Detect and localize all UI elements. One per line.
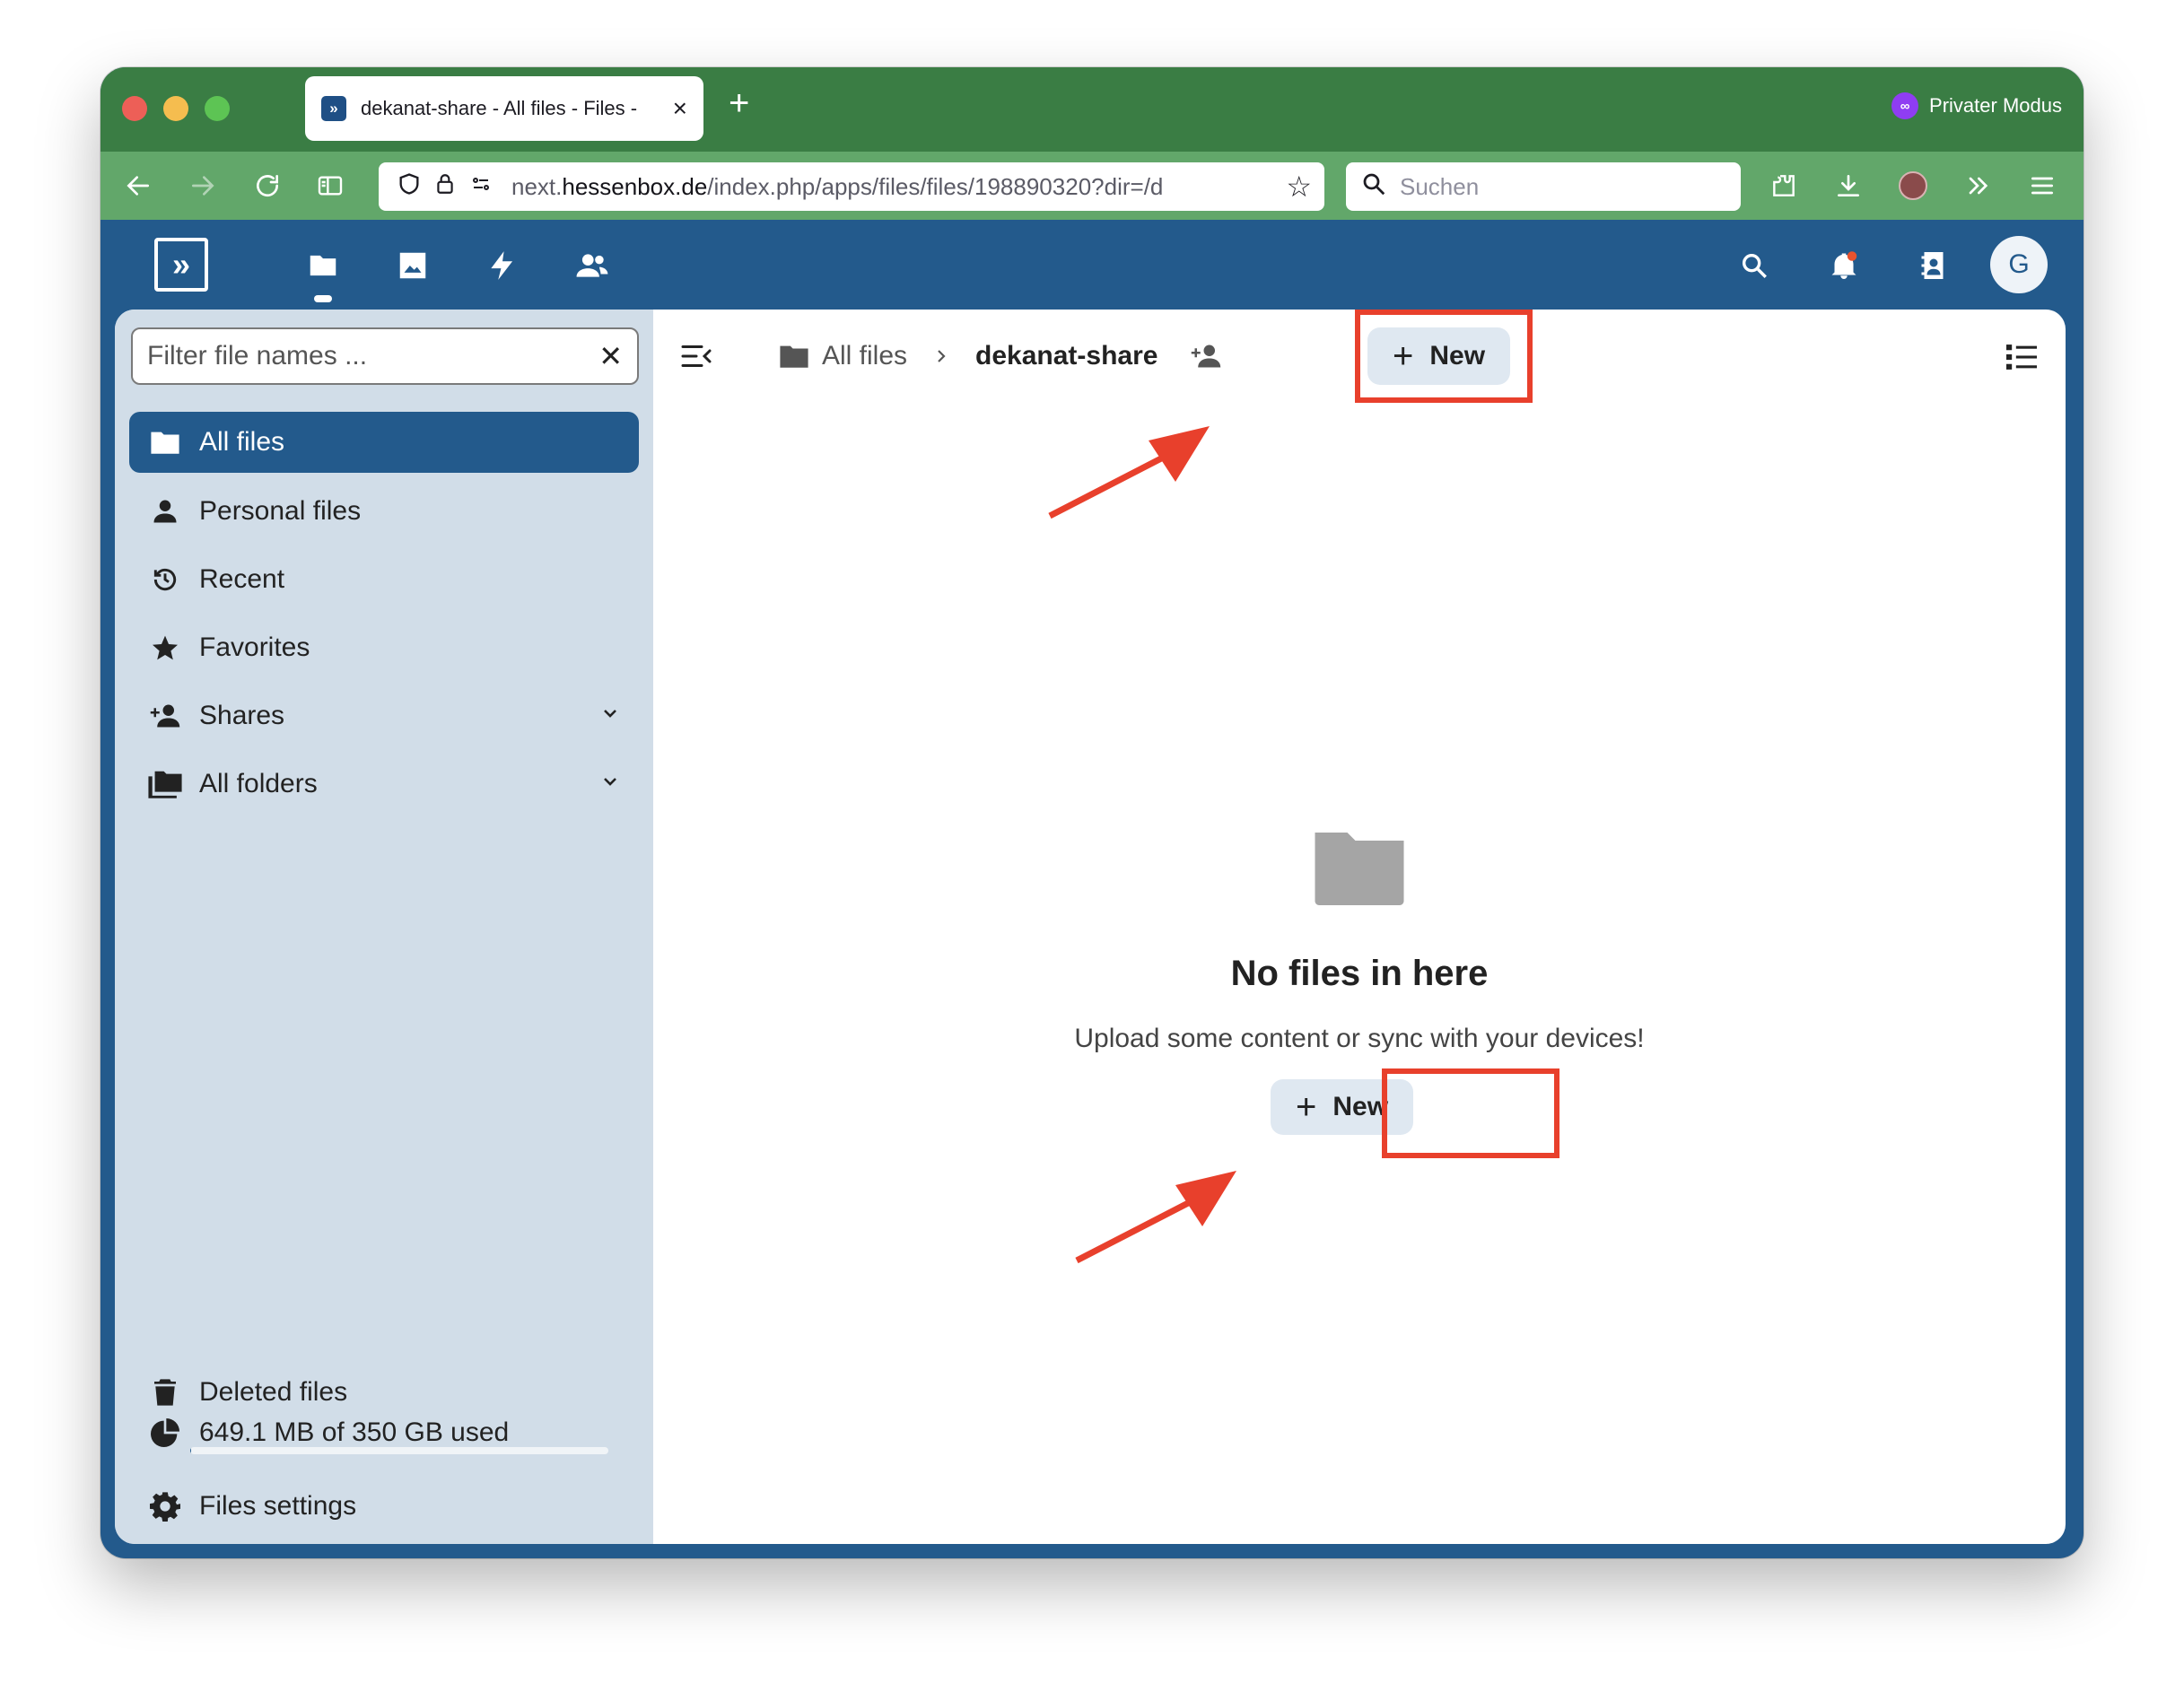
quota-label: 649.1 MB of 350 GB used xyxy=(199,1417,510,1447)
reload-icon[interactable] xyxy=(246,164,289,207)
menu-icon[interactable] xyxy=(2021,164,2064,207)
plus-icon: + xyxy=(1296,1087,1317,1127)
files-app-icon[interactable] xyxy=(301,243,345,288)
permissions-icon[interactable] xyxy=(463,173,499,201)
contacts-app-icon[interactable] xyxy=(570,243,615,288)
address-bar[interactable]: next.hessenbox.de/index.php/apps/files/f… xyxy=(379,162,1324,211)
sidebar-item-label: Recent xyxy=(199,564,285,594)
unified-search-icon[interactable] xyxy=(1732,243,1777,288)
empty-subtitle: Upload some content or sync with your de… xyxy=(1074,1024,1645,1053)
files-settings-button[interactable]: Files settings xyxy=(129,1476,639,1537)
browser-window: » dekanat-share - All files - Files - × … xyxy=(100,67,2084,1558)
folders-icon xyxy=(147,770,183,798)
url-text: next.hessenbox.de/index.php/apps/files/f… xyxy=(511,172,1164,200)
search-placeholder: Suchen xyxy=(1400,172,1480,200)
sidebar-item-label: Deleted files xyxy=(199,1377,348,1407)
empty-folder-icon xyxy=(1311,824,1408,910)
private-mode-indicator: ∞ Privater Modus xyxy=(1891,92,2062,119)
sidebar-item-personal-files[interactable]: Personal files xyxy=(129,481,639,542)
share-icon xyxy=(147,702,183,729)
trash-icon xyxy=(147,1378,183,1407)
sidebar-item-label: All folders xyxy=(199,769,318,798)
star-icon xyxy=(147,633,183,662)
maximize-window-button[interactable] xyxy=(205,96,230,121)
bookmark-star-icon[interactable]: ☆ xyxy=(1286,170,1312,204)
sidebar-item-all-folders[interactable]: All folders xyxy=(129,754,639,815)
sidebar-item-label: Personal files xyxy=(199,496,362,526)
user-avatar[interactable]: G xyxy=(1990,236,2048,293)
chevron-down-icon[interactable] xyxy=(599,701,621,731)
filter-field[interactable]: ✕ xyxy=(131,327,639,385)
sidebar-item-all-files[interactable]: All files xyxy=(129,412,639,473)
tab-title: dekanat-share - All files - Files - xyxy=(361,97,638,119)
gear-icon xyxy=(147,1491,183,1522)
search-bar[interactable]: Suchen xyxy=(1346,162,1741,211)
photos-app-icon[interactable] xyxy=(390,243,435,288)
sidebar-item-label: Shares xyxy=(199,701,285,730)
tab-bar: » dekanat-share - All files - Files - × … xyxy=(100,67,2084,152)
quota-progress-bar xyxy=(190,1447,608,1454)
file-list-panel: All files dekanat-share + New No files i… xyxy=(653,310,2066,1544)
annotation-highlight-box xyxy=(1382,1068,1559,1158)
new-button-label: New xyxy=(1332,1092,1389,1121)
overflow-chevrons-icon[interactable] xyxy=(1956,164,1999,207)
app-header: » G xyxy=(100,220,2084,310)
clear-filter-icon[interactable]: ✕ xyxy=(598,339,623,373)
folder-icon xyxy=(147,429,183,456)
notifications-bell-icon[interactable] xyxy=(1821,243,1866,288)
tab-close-icon[interactable]: × xyxy=(673,96,687,121)
profile-avatar-icon[interactable] xyxy=(1891,164,1935,207)
sidebar-toggle-icon[interactable] xyxy=(309,164,352,207)
nextcloud-favicon-icon: » xyxy=(321,96,346,121)
chevron-down-icon[interactable] xyxy=(599,769,621,799)
private-mode-label: Privater Modus xyxy=(1929,94,2062,117)
contacts-menu-icon[interactable] xyxy=(1911,243,1956,288)
content-area: ✕ All files Personal files Recent xyxy=(115,310,2066,1544)
search-icon xyxy=(1360,170,1387,204)
new-tab-button[interactable]: + xyxy=(729,85,749,121)
sidebar-item-label: Favorites xyxy=(199,632,310,662)
tracking-shield-icon[interactable] xyxy=(391,171,427,203)
person-icon xyxy=(147,498,183,525)
extensions-icon[interactable] xyxy=(1762,164,1805,207)
empty-title: No files in here xyxy=(1230,954,1489,993)
private-mask-icon: ∞ xyxy=(1891,92,1919,119)
close-window-button[interactable] xyxy=(122,96,147,121)
active-app-indicator xyxy=(314,295,332,302)
empty-content: No files in here Upload some content or … xyxy=(653,310,2066,1544)
history-icon xyxy=(147,565,183,594)
browser-tab[interactable]: » dekanat-share - All files - Files - × xyxy=(305,76,703,141)
sidebar-item-recent[interactable]: Recent xyxy=(129,549,639,610)
browser-toolbar: next.hessenbox.de/index.php/apps/files/f… xyxy=(100,152,2084,220)
forward-icon[interactable] xyxy=(181,164,224,207)
hessenbox-logo-icon[interactable]: » xyxy=(154,238,208,292)
downloads-icon[interactable] xyxy=(1827,164,1870,207)
back-icon[interactable] xyxy=(117,164,160,207)
sidebar-item-shares[interactable]: Shares xyxy=(129,685,639,746)
minimize-window-button[interactable] xyxy=(163,96,188,121)
filter-input[interactable] xyxy=(147,341,599,371)
sidebar-item-favorites[interactable]: Favorites xyxy=(129,617,639,678)
files-navigation: ✕ All files Personal files Recent xyxy=(115,310,653,1544)
sidebar-item-label: All files xyxy=(199,427,285,457)
activity-app-icon[interactable] xyxy=(480,243,525,288)
sidebar-item-label: Files settings xyxy=(199,1491,357,1521)
lock-icon[interactable] xyxy=(427,171,463,203)
pie-chart-icon xyxy=(147,1418,183,1447)
